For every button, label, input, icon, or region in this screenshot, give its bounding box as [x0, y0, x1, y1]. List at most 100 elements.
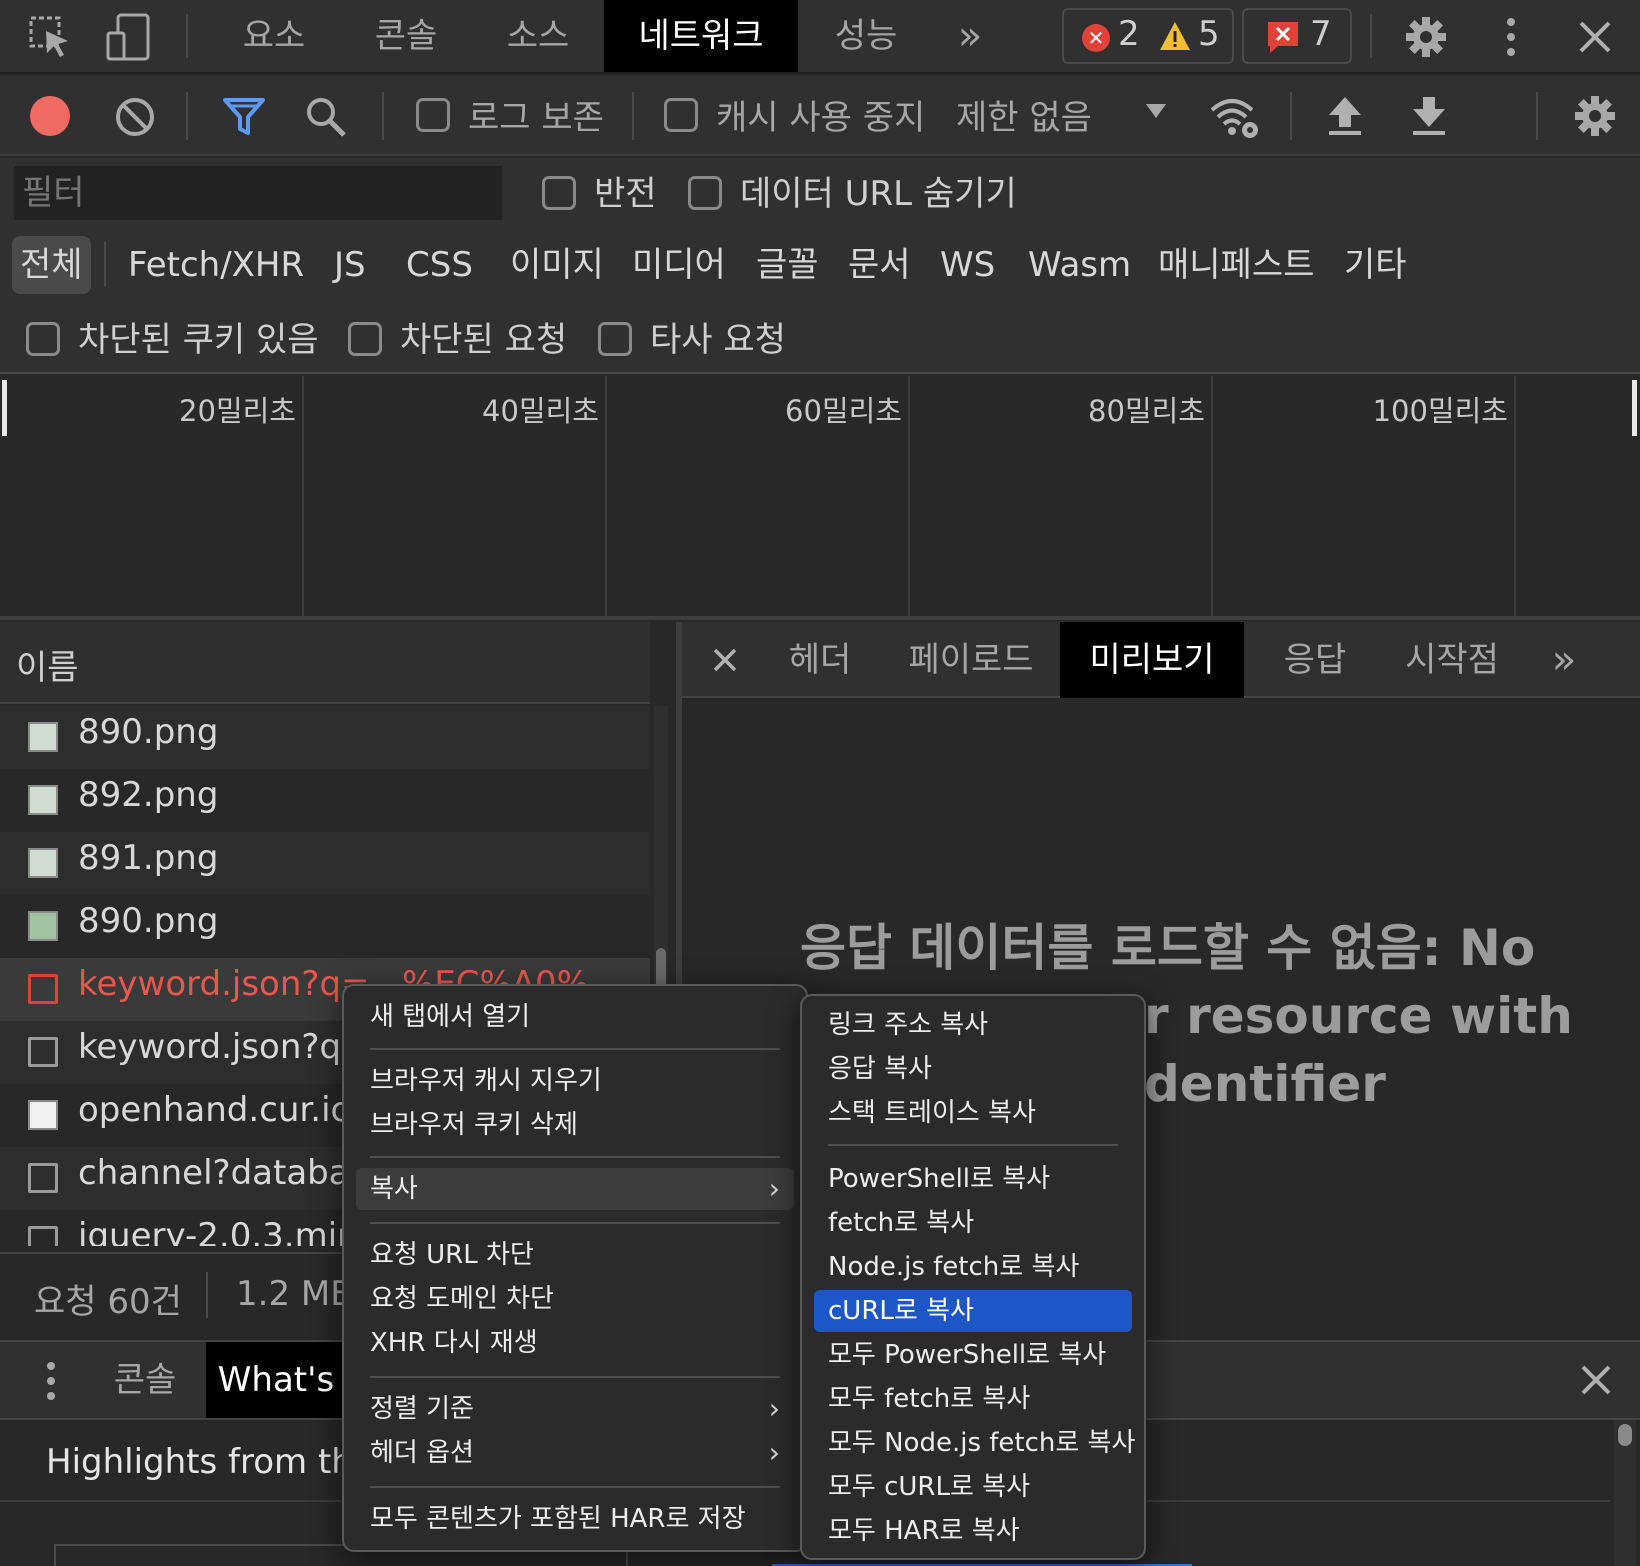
drawer-tab-console[interactable]: 콘솔	[90, 1342, 200, 1418]
tab-performance[interactable]: 성능	[806, 0, 926, 72]
blocked-requests-checkbox[interactable]	[348, 322, 382, 356]
menu-item-clear-browser-cookies[interactable]: 브라우저 쿠키 삭제	[356, 1104, 794, 1146]
submenu-item-copy-as-fetch[interactable]: fetch로 복사	[814, 1202, 1132, 1244]
export-har-icon[interactable]	[1404, 90, 1454, 142]
search-icon[interactable]	[300, 92, 352, 142]
network-settings-gear-icon[interactable]	[1570, 90, 1620, 142]
submenu-item-copy-all-as-powershell[interactable]: 모두 PowerShell로 복사	[814, 1334, 1132, 1376]
details-tabbar: 헤더 페이로드 미리보기 응답 시작점 »	[682, 622, 1640, 698]
submenu-item-copy-as-curl[interactable]: cURL로 복사	[814, 1290, 1132, 1332]
menu-item-open-in-new-tab[interactable]: 새 탭에서 열기	[356, 996, 794, 1038]
error-count: 2	[1118, 14, 1140, 54]
menu-item-replay-xhr[interactable]: XHR 다시 재생	[356, 1322, 794, 1364]
preserve-log-label: 로그 보존	[468, 98, 604, 138]
chevron-down-icon[interactable]	[1144, 102, 1168, 124]
drawer-menu-icon[interactable]	[36, 1356, 66, 1406]
hide-data-urls-checkbox[interactable]	[688, 176, 722, 210]
timeline-tick: 80밀리초	[1088, 394, 1205, 428]
more-tabs-icon[interactable]: »	[1534, 622, 1594, 698]
document-icon	[28, 1163, 58, 1193]
third-party-checkbox[interactable]	[598, 322, 632, 356]
table-row[interactable]: 892.png	[0, 769, 650, 832]
more-tabs-icon[interactable]: »	[940, 0, 1000, 72]
record-button[interactable]	[30, 96, 70, 136]
submenu-item-copy-as-nodejs-fetch[interactable]: Node.js fetch로 복사	[814, 1246, 1132, 1288]
tab-sources[interactable]: 소스	[478, 0, 598, 72]
tab-elements[interactable]: 요소	[214, 0, 334, 72]
scrollbar-thumb[interactable]	[1618, 1424, 1632, 1446]
invert-label: 반전	[594, 174, 657, 214]
timeline-right-handle[interactable]	[1632, 380, 1637, 436]
network-conditions-icon[interactable]	[1206, 90, 1264, 144]
error-warning-counter[interactable]: ✕ 2 5	[1062, 8, 1234, 64]
more-options-icon[interactable]	[1494, 12, 1528, 62]
preserve-log-checkbox[interactable]	[416, 98, 450, 132]
drawer-scrollbar[interactable]	[1614, 1420, 1636, 1566]
tab-payload[interactable]: 페이로드	[896, 622, 1046, 698]
filter-icon[interactable]	[218, 92, 270, 142]
menu-item-clear-browser-cache[interactable]: 브라우저 캐시 지우기	[356, 1060, 794, 1102]
submenu-item-copy-link-address[interactable]: 링크 주소 복사	[814, 1004, 1132, 1046]
throttle-select[interactable]: 제한 없음	[956, 90, 1092, 139]
filter-type-wasm[interactable]: Wasm	[1028, 236, 1131, 294]
tab-preview[interactable]: 미리보기	[1060, 622, 1244, 698]
close-drawer-icon[interactable]	[1574, 1358, 1618, 1402]
settings-gear-icon[interactable]	[1400, 12, 1452, 62]
filter-input[interactable]	[14, 166, 502, 220]
submenu-item-copy-all-as-har[interactable]: 모두 HAR로 복사	[814, 1510, 1132, 1552]
clear-icon[interactable]	[110, 92, 160, 142]
disable-cache-checkbox[interactable]	[664, 98, 698, 132]
filter-type-manifest[interactable]: 매니페스트	[1158, 236, 1314, 294]
device-toggle-icon[interactable]	[100, 10, 156, 64]
name-column-header[interactable]: 이름	[0, 622, 650, 704]
submenu-item-copy-all-as-nodejs-fetch[interactable]: 모두 Node.js fetch로 복사	[814, 1422, 1135, 1464]
table-row[interactable]: 890.png	[0, 706, 650, 769]
tab-response[interactable]: 응답	[1260, 622, 1370, 698]
submenu-item-copy-stack-trace[interactable]: 스택 트레이스 복사	[814, 1092, 1132, 1134]
filter-type-documents[interactable]: 문서	[848, 236, 911, 294]
submenu-item-copy-response[interactable]: 응답 복사	[814, 1048, 1132, 1090]
drawer-tab-whats-new[interactable]: What's	[206, 1342, 346, 1418]
import-har-icon[interactable]	[1320, 90, 1370, 142]
invert-checkbox[interactable]	[542, 176, 576, 210]
close-devtools-icon[interactable]	[1570, 12, 1620, 62]
filter-type-css[interactable]: CSS	[406, 236, 473, 294]
close-details-icon[interactable]	[706, 640, 744, 680]
timeline-left-handle[interactable]	[2, 380, 7, 436]
menu-item-copy[interactable]: 복사 ›	[356, 1168, 794, 1210]
submenu-item-copy-all-as-fetch[interactable]: 모두 fetch로 복사	[814, 1378, 1132, 1420]
menu-item-block-request-domain[interactable]: 요청 도메인 차단	[356, 1278, 794, 1320]
menu-item-save-all-as-har[interactable]: 모두 콘텐츠가 포함된 HAR로 저장	[356, 1498, 794, 1540]
submenu-item-copy-all-as-curl[interactable]: 모두 cURL로 복사	[814, 1466, 1132, 1508]
network-overview-timeline[interactable]: 20밀리초 40밀리초 60밀리초 80밀리초 100밀리초	[0, 376, 1640, 620]
image-file-icon	[28, 785, 58, 815]
devtools-tabbar: 요소 콘솔 소스 네트워크 성능 » ✕ 2 5 7	[0, 0, 1640, 74]
filter-type-other[interactable]: 기타	[1344, 236, 1407, 294]
request-name: keyword.json?q	[78, 1027, 342, 1067]
issues-counter[interactable]: 7	[1242, 8, 1352, 64]
tab-console[interactable]: 콘솔	[346, 0, 466, 72]
document-icon	[28, 1037, 58, 1067]
filter-type-js[interactable]: JS	[334, 236, 366, 294]
blocked-cookies-checkbox[interactable]	[26, 322, 60, 356]
filter-type-ws[interactable]: WS	[940, 236, 995, 294]
inspect-element-icon[interactable]	[22, 10, 78, 64]
error-icon: ✕	[1082, 24, 1110, 52]
filter-type-images[interactable]: 이미지	[510, 236, 604, 294]
filter-type-fonts[interactable]: 글꼴	[756, 236, 819, 294]
menu-item-block-request-url[interactable]: 요청 URL 차단	[356, 1234, 794, 1276]
menu-item-sort-by[interactable]: 정렬 기준 ›	[356, 1388, 794, 1430]
menu-item-header-options[interactable]: 헤더 옵션 ›	[356, 1432, 794, 1474]
filter-type-all[interactable]: 전체	[12, 236, 91, 294]
filter-type-fetch-xhr[interactable]: Fetch/XHR	[128, 236, 304, 294]
filter-type-media[interactable]: 미디어	[632, 236, 726, 294]
tab-headers[interactable]: 헤더	[770, 622, 870, 698]
warning-count: 5	[1198, 14, 1220, 54]
disable-cache-label: 캐시 사용 중지	[716, 98, 926, 138]
timeline-tick: 20밀리초	[179, 394, 296, 428]
submenu-item-copy-as-powershell[interactable]: PowerShell로 복사	[814, 1158, 1132, 1200]
table-row[interactable]: 890.png	[0, 895, 650, 958]
table-row[interactable]: 891.png	[0, 832, 650, 895]
tab-initiator[interactable]: 시작점	[1382, 622, 1522, 698]
tab-network[interactable]: 네트워크	[604, 0, 798, 72]
